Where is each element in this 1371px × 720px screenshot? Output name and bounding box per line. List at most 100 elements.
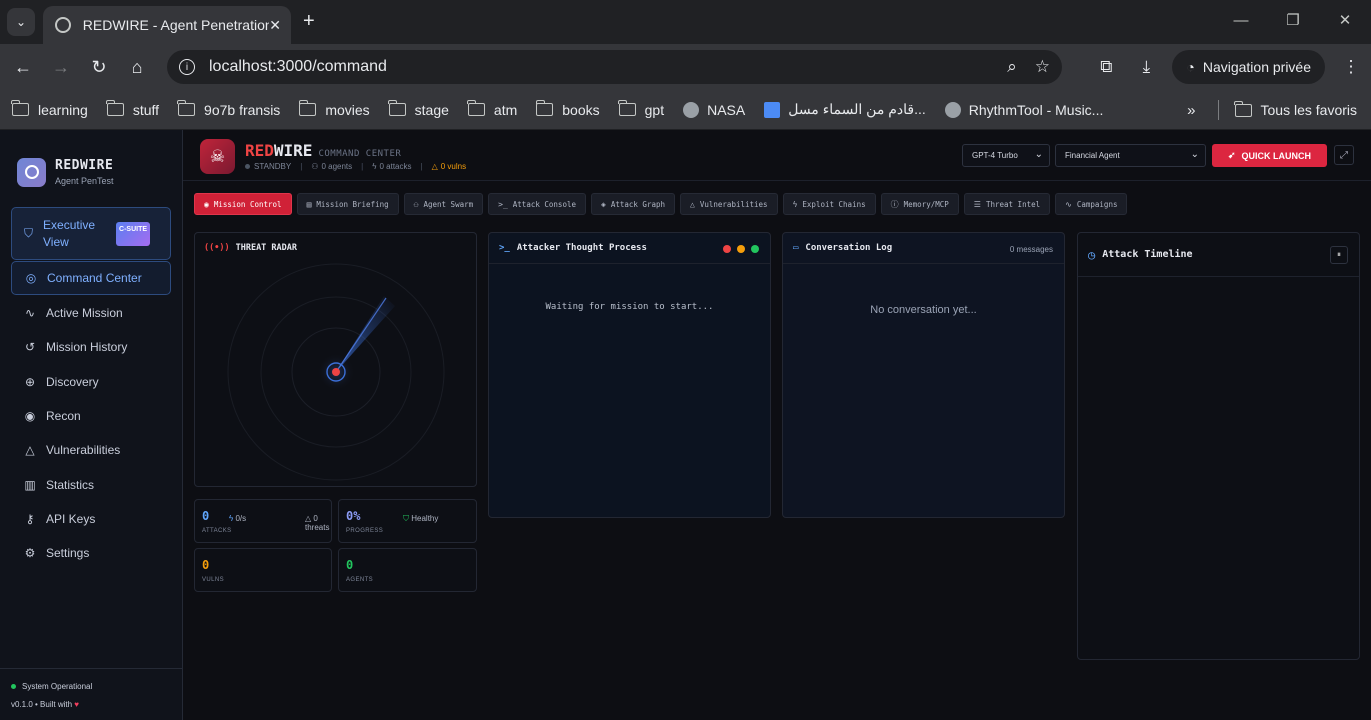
- download-icon[interactable]: ⤓: [1126, 57, 1166, 77]
- browser-tabstrip: ⌄ REDWIRE - Agent Penetration T ✕ + — ❐ …: [0, 0, 1371, 44]
- bookmark-item[interactable]: movies: [298, 100, 370, 118]
- forward-button[interactable]: →: [42, 57, 80, 78]
- globe-icon: [55, 17, 71, 33]
- sidebar-item-settings[interactable]: ⚙ Settings: [11, 536, 171, 570]
- sidebar-item-executive-view[interactable]: ⛉ Executive View C-SUITE: [11, 207, 171, 260]
- rate-value: 0/s: [235, 514, 247, 523]
- new-tab-button[interactable]: +: [303, 10, 315, 33]
- agents-count: 0 agents: [321, 162, 353, 171]
- folder-icon: [177, 100, 196, 116]
- sidebar-item-active-mission[interactable]: ∿ Active Mission: [11, 296, 171, 330]
- panel-title: Conversation Log: [805, 243, 893, 253]
- sidebar-item-statistics[interactable]: ▥ Statistics: [11, 468, 171, 502]
- tab-label: Campaigns: [1076, 199, 1118, 209]
- browser-tab[interactable]: REDWIRE - Agent Penetration T ✕: [43, 6, 291, 44]
- restore-button[interactable]: ❐: [1267, 0, 1319, 40]
- agents-value: 0: [346, 558, 354, 572]
- sidebar-item-command-center[interactable]: ◎ Command Center: [11, 261, 171, 295]
- bolt-icon: ϟ: [792, 199, 798, 209]
- zoom-icon[interactable]: ⌕: [1007, 57, 1017, 77]
- folder-icon: [388, 100, 406, 116]
- rate: ϟ 0/s: [229, 514, 246, 523]
- bookmark-item[interactable]: stuff: [106, 100, 159, 118]
- bookmark-item[interactable]: atm: [467, 100, 518, 118]
- bookmark-item[interactable]: gpt: [618, 100, 664, 118]
- sidebar-item-mission-history[interactable]: ↺ Mission History: [11, 330, 171, 364]
- globe-icon: ⊕: [24, 375, 36, 389]
- more-bookmarks-icon[interactable]: »: [1187, 102, 1195, 119]
- minimize-button[interactable]: —: [1215, 0, 1267, 40]
- fullscreen-button[interactable]: ⤢: [1334, 145, 1354, 165]
- bookmark-item[interactable]: 9o7b fransis: [177, 100, 280, 118]
- terminal-icon: >_: [499, 243, 510, 253]
- tab-memory-mcp[interactable]: ⓘ Memory/MCP: [880, 193, 959, 215]
- bookmark-item[interactable]: NASA: [683, 101, 745, 118]
- window-close-button[interactable]: ✕: [1319, 0, 1371, 40]
- conversation-log-panel: ▭ Conversation Log 0 messages No conversa…: [782, 232, 1065, 518]
- all-bookmarks[interactable]: Tous les favoris: [1233, 100, 1357, 118]
- home-button[interactable]: ⌂: [118, 57, 156, 78]
- bookmark-item[interactable]: stage: [388, 100, 449, 118]
- site-info-icon[interactable]: i: [179, 59, 195, 75]
- bookmark-item[interactable]: RhythmTool - Music...: [944, 101, 1103, 118]
- tab-attack-console[interactable]: >_ Attack Console: [488, 193, 586, 215]
- reload-button[interactable]: ↻: [80, 57, 118, 78]
- tab-search-button[interactable]: ⌄: [7, 8, 35, 36]
- sidebar-item-label: Active Mission: [46, 306, 123, 320]
- sidebar-item-vulnerabilities[interactable]: △ Vulnerabilities: [11, 433, 171, 467]
- chevron-down-icon: ⌄: [1034, 149, 1043, 160]
- vulns-value: 0: [202, 558, 210, 572]
- vulns-count: 0 vulns: [440, 162, 467, 171]
- progress-label: PROGRESS: [346, 528, 384, 534]
- tab-attack-graph[interactable]: ◈ Attack Graph: [591, 193, 676, 215]
- threats: △ 0 threats: [305, 514, 331, 532]
- agent-select[interactable]: Financial Agent ⌄: [1055, 144, 1206, 167]
- tab-vulnerabilities[interactable]: △ Vulnerabilities: [680, 193, 778, 215]
- document-icon: ▤: [306, 199, 312, 209]
- tab-label: Threat Intel: [985, 199, 1041, 209]
- tab-campaigns[interactable]: ∿ Campaigns: [1055, 193, 1128, 215]
- agent-value: Financial Agent: [1065, 151, 1120, 160]
- database-icon: ☰: [973, 199, 981, 209]
- private-browsing-chip[interactable]: ◔ Navigation privée: [1172, 50, 1325, 84]
- pause-button[interactable]: ⏸: [1330, 246, 1348, 264]
- sidebar-item-label: Statistics: [46, 478, 95, 492]
- divider: [1217, 100, 1219, 120]
- bookmark-label: Tous les favoris: [1260, 102, 1357, 118]
- sidebar-item-recon[interactable]: ◉ Recon: [11, 399, 171, 433]
- bookmark-item[interactable]: learning: [11, 100, 88, 118]
- folder-icon: [1233, 100, 1252, 117]
- close-icon[interactable]: ✕: [269, 17, 281, 34]
- quick-launch-button[interactable]: ➹ QUICK LAUNCH: [1212, 144, 1327, 167]
- sidebar-footer: System Operational v0.1.0 • Built with ♥: [0, 668, 182, 720]
- brand-subtitle: Agent PenTest: [55, 176, 114, 186]
- panel-title: Attack Timeline: [1102, 249, 1193, 260]
- sidebar-item-discovery[interactable]: ⊕ Discovery: [11, 365, 171, 399]
- sidebar-item-api-keys[interactable]: ⚷ API Keys: [11, 502, 171, 536]
- menu-icon[interactable]: ⋮: [1331, 57, 1371, 77]
- users-icon: ⚇: [311, 162, 319, 171]
- bookmark-item[interactable]: books: [535, 100, 600, 118]
- heart-icon: ♥: [74, 700, 80, 709]
- model-select[interactable]: GPT-4 Turbo ⌄: [962, 144, 1050, 167]
- bookmark-label: learning: [38, 101, 88, 118]
- tab-bar: ◉ Mission Control ▤ Mission Briefing ⚇ Agen…: [194, 193, 1128, 215]
- tab-exploit-chains[interactable]: ϟ Exploit Chains: [782, 193, 876, 215]
- extensions-icon[interactable]: ⧉: [1086, 57, 1126, 77]
- address-bar[interactable]: i localhost:3000/command ⌕ ☆: [167, 50, 1062, 84]
- system-status: System Operational: [22, 682, 93, 691]
- tab-mission-control[interactable]: ◉ Mission Control: [194, 193, 292, 215]
- bookmark-label: atm: [493, 101, 518, 118]
- version-text: v0.1.0 • Built with: [11, 700, 73, 709]
- sidebar-item-label: Settings: [46, 546, 90, 560]
- tab-agent-swarm[interactable]: ⚇ Agent Swarm: [403, 193, 484, 215]
- tab-threat-intel[interactable]: ☰ Threat Intel: [963, 193, 1051, 215]
- bookmark-item[interactable]: قادم من السماء مسل...: [764, 101, 926, 118]
- tab-label: Memory/MCP: [903, 199, 949, 209]
- folder-icon: [535, 100, 554, 116]
- url-text[interactable]: localhost:3000/command: [209, 58, 387, 76]
- bookmark-star-icon[interactable]: ☆: [1035, 57, 1050, 77]
- back-button[interactable]: ←: [4, 57, 42, 78]
- tab-label: Attack Console: [512, 199, 576, 209]
- tab-mission-briefing[interactable]: ▤ Mission Briefing: [296, 193, 399, 215]
